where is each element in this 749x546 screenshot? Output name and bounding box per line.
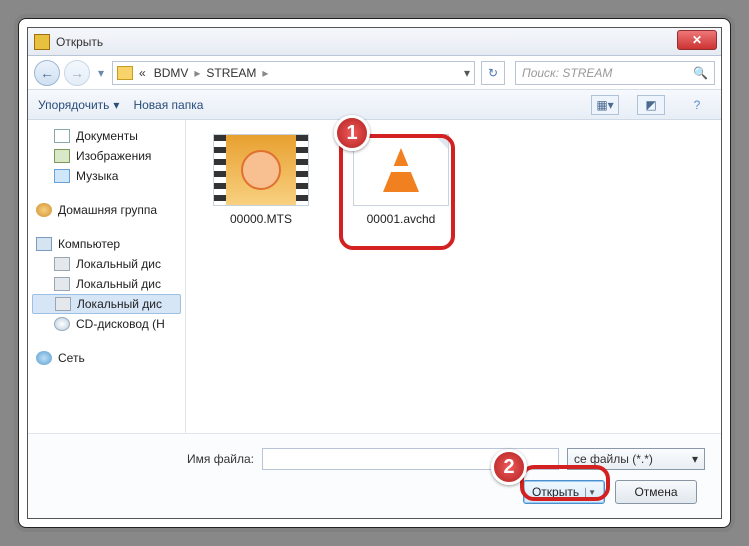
nav-bar: ← → ▾ « BDMV ▸ STREAM ▸ ▾ ↻ Поиск: STREA… [28,56,721,90]
tree-documents[interactable]: Документы [32,126,181,146]
address-bar[interactable]: « BDMV ▸ STREAM ▸ ▾ [112,61,475,85]
view-mode-button[interactable]: ▦▾ [591,95,619,115]
breadcrumb-separator: ▸ [262,66,268,80]
homegroup-icon [36,203,52,217]
tree-network[interactable]: Сеть [32,348,181,368]
file-label: 00001.avchd [367,212,436,226]
music-icon [54,169,70,183]
search-input[interactable]: Поиск: STREAM 🔍 [515,61,715,85]
cd-icon [54,317,70,331]
file-list[interactable]: 00000.MTS 00001.avchd [186,120,721,433]
folder-icon [117,66,133,80]
tree-cd[interactable]: CD-дисковод (H [32,314,181,334]
images-icon [54,149,70,163]
filename-label: Имя файла: [44,452,254,466]
refresh-button[interactable]: ↻ [481,61,505,85]
filetype-combo[interactable]: се файлы (*.*) [567,448,705,470]
help-button[interactable]: ? [683,95,711,115]
toolbar: Упорядочить ▾ Новая папка ▦▾ ◩ ? [28,90,721,120]
new-folder-button[interactable]: Новая папка [133,98,203,112]
vlc-thumbnail [353,134,449,206]
tree-computer[interactable]: Компьютер [32,234,181,254]
back-button[interactable]: ← [34,60,60,86]
app-icon [34,34,50,50]
split-chevron-icon: │▼ [583,488,596,497]
address-dropdown[interactable]: ▾ [464,66,470,80]
drive-icon [54,277,70,291]
close-button[interactable]: ✕ [677,30,717,50]
preview-pane-button[interactable]: ◩ [637,95,665,115]
file-item-avchd[interactable]: 00001.avchd [346,134,456,226]
file-item-mts[interactable]: 00000.MTS [206,134,316,226]
breadcrumb-prev[interactable]: « [137,66,148,80]
breadcrumb-bdmv[interactable]: BDMV [152,66,191,80]
history-dropdown[interactable]: ▾ [94,60,108,86]
drive-icon [55,297,71,311]
chevron-down-icon: ▾ [113,98,119,112]
open-button[interactable]: Открыть│▼ [523,480,605,504]
breadcrumb-separator: ▸ [194,66,200,80]
bottom-panel: Имя файла: се файлы (*.*) Открыть│▼ Отме… [28,433,721,518]
annotation-badge-2: 2 [491,449,527,485]
forward-button[interactable]: → [64,60,90,86]
tree-homegroup[interactable]: Домашняя группа [32,200,181,220]
cancel-button[interactable]: Отмена [615,480,697,504]
vlc-cone-icon [383,148,419,192]
network-icon [36,351,52,365]
computer-icon [36,237,52,251]
window-title: Открыть [56,35,103,49]
search-placeholder: Поиск: STREAM [522,66,612,80]
tree-drive-2[interactable]: Локальный дис [32,274,181,294]
dialog-body: Документы Изображения Музыка Домашняя гр… [28,120,721,433]
tree-images[interactable]: Изображения [32,146,181,166]
navigation-tree[interactable]: Документы Изображения Музыка Домашняя гр… [28,120,186,433]
document-icon [54,129,70,143]
drive-icon [54,257,70,271]
tree-drive-3[interactable]: Локальный дис [32,294,181,314]
tree-drive-1[interactable]: Локальный дис [32,254,181,274]
video-thumbnail [213,134,309,206]
open-file-dialog: Открыть ✕ ← → ▾ « BDMV ▸ STREAM ▸ ▾ ↻ По… [27,27,722,519]
annotation-badge-1: 1 [334,115,370,151]
titlebar[interactable]: Открыть ✕ [28,28,721,56]
search-icon: 🔍 [693,66,708,80]
tree-music[interactable]: Музыка [32,166,181,186]
file-label: 00000.MTS [230,212,292,226]
organize-button[interactable]: Упорядочить ▾ [38,98,119,112]
breadcrumb-stream[interactable]: STREAM [204,66,258,80]
annotation-frame: Открыть ✕ ← → ▾ « BDMV ▸ STREAM ▸ ▾ ↻ По… [18,18,731,528]
